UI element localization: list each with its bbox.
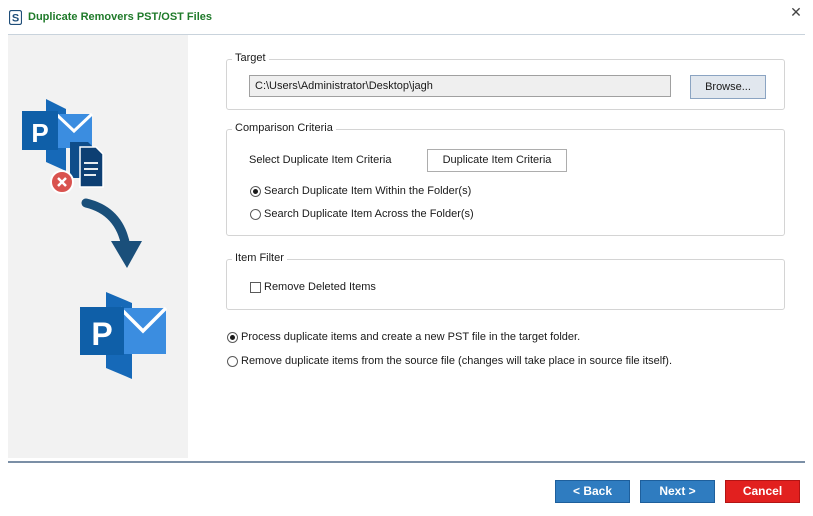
back-button[interactable]: < Back <box>555 480 630 503</box>
next-button[interactable]: Next > <box>640 480 715 503</box>
comparison-criteria-label: Comparison Criteria <box>232 122 336 134</box>
select-criteria-label: Select Duplicate Item Criteria <box>249 154 392 166</box>
duplicate-item-criteria-button[interactable]: Duplicate Item Criteria <box>427 149 567 172</box>
cancel-button[interactable]: Cancel <box>725 480 800 503</box>
curved-arrow-down-icon <box>81 198 142 268</box>
s-logo-icon: S <box>9 10 22 25</box>
documents-icon <box>70 142 104 188</box>
browse-button[interactable]: Browse... <box>690 75 766 99</box>
remove-deleted-items-checkbox[interactable] <box>250 282 261 293</box>
target-group: Target Browse... <box>226 52 785 110</box>
close-button[interactable]: ✕ <box>779 0 813 26</box>
radio-create-new-pst-control[interactable] <box>227 332 238 343</box>
target-group-label: Target <box>232 52 269 64</box>
svg-text:S: S <box>12 13 19 25</box>
item-filter-label: Item Filter <box>232 252 287 264</box>
illustration-panel: P P <box>8 35 188 458</box>
svg-text:P: P <box>31 118 48 148</box>
radio-within-folders-label[interactable]: Search Duplicate Item Within the Folder(… <box>264 185 471 197</box>
radio-create-new-pst-label[interactable]: Process duplicate items and create a new… <box>241 331 580 343</box>
illustration: P P <box>22 99 168 379</box>
radio-remove-from-source-label[interactable]: Remove duplicate items from the source f… <box>241 355 672 367</box>
footer-separator <box>8 461 805 463</box>
comparison-criteria-group: Comparison Criteria Select Duplicate Ite… <box>226 122 785 236</box>
item-filter-group: Item Filter Remove Deleted Items <box>226 252 785 310</box>
target-path-input[interactable] <box>249 75 671 97</box>
radio-across-folders-label[interactable]: Search Duplicate Item Across the Folder(… <box>264 208 474 220</box>
error-x-icon <box>50 170 74 194</box>
remove-deleted-items-label[interactable]: Remove Deleted Items <box>264 281 376 293</box>
outlook-pst-icon: P <box>80 292 168 379</box>
window-title: Duplicate Removers PST/OST Files <box>28 11 213 23</box>
svg-text:P: P <box>91 316 112 352</box>
radio-remove-from-source-control[interactable] <box>227 356 238 367</box>
close-icon: ✕ <box>790 4 802 20</box>
radio-within-folders-control[interactable] <box>250 186 261 197</box>
title-bar: S Duplicate Removers PST/OST Files ✕ <box>0 0 813 33</box>
radio-across-folders-control[interactable] <box>250 209 261 220</box>
